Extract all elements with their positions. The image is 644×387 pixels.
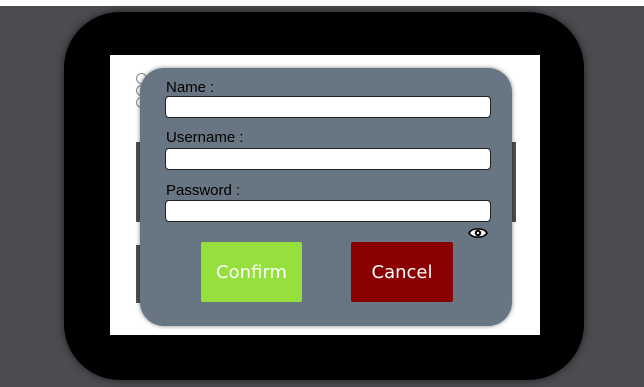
password-label: Password : bbox=[166, 182, 241, 199]
top-strip bbox=[0, 0, 644, 6]
cancel-button[interactable]: Cancel bbox=[351, 242, 453, 302]
name-label: Name : bbox=[166, 79, 215, 96]
username-label: Username : bbox=[166, 129, 244, 146]
password-input[interactable] bbox=[165, 200, 491, 222]
username-input[interactable] bbox=[165, 148, 491, 170]
confirm-button[interactable]: Confirm bbox=[201, 242, 302, 302]
name-input[interactable] bbox=[165, 96, 491, 118]
register-dialog: Name : Username : Password : Confirm Can… bbox=[140, 68, 512, 326]
eye-icon[interactable] bbox=[468, 226, 488, 240]
